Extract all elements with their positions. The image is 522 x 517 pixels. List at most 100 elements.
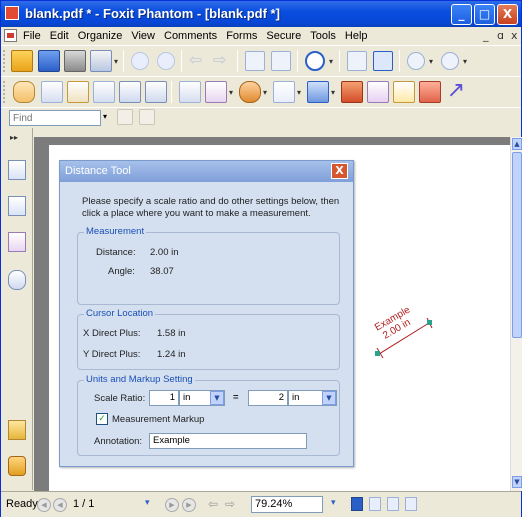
scale-right-unit-dropdown-icon[interactable]: ▼ [322, 391, 336, 405]
security-icon[interactable] [307, 81, 329, 103]
doc-restore-button[interactable]: ɑ [497, 29, 504, 42]
select-annotation-icon[interactable] [67, 81, 89, 103]
minimize-button[interactable]: _ [451, 4, 472, 25]
previous-view-status-icon[interactable]: ⇦ [206, 498, 220, 512]
print-icon[interactable] [64, 50, 86, 72]
menu-tools[interactable]: Tools [310, 30, 336, 42]
zoom-dropdown-status-icon[interactable]: ▾ [331, 497, 336, 508]
layers-panel-icon[interactable] [8, 232, 26, 252]
distance-markup[interactable]: Example 2.00 in [373, 305, 435, 358]
dialog-close-button[interactable]: X [331, 163, 348, 179]
attachments-panel-icon[interactable] [8, 420, 26, 440]
document-menu-icon[interactable] [4, 29, 17, 42]
stamp-dropdown-icon[interactable]: ▾ [297, 88, 301, 97]
next-page-icon[interactable]: ▶ [165, 498, 179, 512]
hand-tool-icon[interactable] [13, 81, 35, 103]
fit-page-icon[interactable] [347, 51, 367, 71]
measurement-group: Measurement Distance: 2.00 in Angle: 38.… [77, 226, 340, 305]
zoom-out-icon[interactable] [407, 52, 425, 70]
edit-document-icon[interactable] [205, 81, 227, 103]
facing-view-icon[interactable] [387, 497, 399, 511]
comments-panel-icon[interactable] [8, 270, 26, 290]
measurement-markup-checkbox[interactable]: ✓ [96, 413, 108, 425]
find-next-icon[interactable] [139, 109, 155, 125]
signature-dropdown-icon[interactable]: ▾ [263, 88, 267, 97]
text-box-icon[interactable] [179, 81, 201, 103]
foxit-app-icon[interactable] [5, 6, 19, 20]
scale-left-unit-dropdown-icon[interactable]: ▼ [210, 391, 224, 405]
clip-panel-icon[interactable] [8, 456, 26, 476]
bookmarks-panel-icon[interactable] [8, 160, 26, 180]
previous-view-icon[interactable]: ⇦ [189, 52, 207, 70]
menu-organize[interactable]: Organize [78, 30, 123, 42]
note-icon[interactable] [419, 81, 441, 103]
single-page-view-icon[interactable] [351, 497, 363, 511]
typewriter-icon[interactable] [119, 81, 141, 103]
image-tool-icon[interactable] [145, 81, 167, 103]
pages-panel-icon[interactable] [8, 196, 26, 216]
menu-comments[interactable]: Comments [164, 30, 217, 42]
expand-panel-icon[interactable]: ▸▸ [10, 133, 18, 142]
continuous-facing-view-icon[interactable] [405, 497, 417, 511]
page-dropdown-icon[interactable]: ▾ [145, 497, 150, 508]
close-button[interactable]: X [497, 4, 518, 25]
insert-page-icon[interactable] [245, 51, 265, 71]
last-page-icon[interactable]: ▶ [182, 498, 196, 512]
scroll-up-icon[interactable]: ▲ [512, 138, 522, 150]
select-text-icon[interactable] [41, 81, 63, 103]
doc-close-button[interactable]: x [511, 29, 518, 42]
zoom-dropdown-icon[interactable]: ▾ [329, 57, 333, 66]
scroll-down-icon[interactable]: ▼ [512, 476, 522, 488]
email-icon[interactable] [90, 50, 112, 72]
window-title: blank.pdf * - Foxit Phantom - [blank.pdf… [25, 6, 280, 21]
menu-forms[interactable]: Forms [226, 30, 257, 42]
open-icon[interactable] [11, 50, 33, 72]
arrow-tool-icon[interactable]: ↗ [445, 80, 467, 103]
doc-minimize-button[interactable]: _ [483, 29, 489, 42]
snapshot-tool-icon[interactable] [93, 81, 115, 103]
scroll-thumb[interactable] [512, 152, 522, 338]
menu-secure[interactable]: Secure [266, 30, 301, 42]
toolbar-grip[interactable] [3, 50, 6, 72]
previous-page-icon[interactable]: ◀ [53, 498, 67, 512]
extract-page-icon[interactable] [271, 51, 291, 71]
stamp-icon[interactable] [273, 81, 295, 103]
scale-left-value-input[interactable]: 1 [149, 390, 179, 406]
page-indicator[interactable]: 1 / 1 [73, 498, 94, 510]
save-icon[interactable] [38, 50, 60, 72]
zoom-in-icon[interactable] [441, 52, 459, 70]
find-previous-icon[interactable] [117, 109, 133, 125]
security-dropdown-icon[interactable]: ▾ [331, 88, 335, 97]
annotation-input[interactable]: Example [149, 433, 307, 449]
find-dropdown-icon[interactable]: ▾ [103, 112, 107, 121]
menu-view[interactable]: View [131, 30, 155, 42]
zoom-out-dropdown-icon[interactable]: ▾ [429, 57, 433, 66]
fit-width-icon[interactable] [373, 51, 393, 71]
user-signature-icon[interactable] [239, 81, 261, 103]
edit-dropdown-icon[interactable]: ▾ [229, 88, 233, 97]
back-icon[interactable] [131, 52, 149, 70]
vertical-scrollbar[interactable]: ▲ ▼ [510, 137, 522, 491]
highlight-icon[interactable] [341, 81, 363, 103]
forward-icon[interactable] [157, 52, 175, 70]
menu-help[interactable]: Help [345, 30, 368, 42]
menu-file[interactable]: File [23, 30, 41, 42]
angle-value: 38.07 [150, 266, 174, 277]
first-page-icon[interactable]: ◀ [37, 498, 51, 512]
pencil-icon[interactable] [367, 81, 389, 103]
attach-file-icon[interactable] [393, 81, 415, 103]
continuous-view-icon[interactable] [369, 497, 381, 511]
zoom-icon[interactable] [305, 51, 325, 71]
next-view-status-icon[interactable]: ⇨ [223, 498, 237, 512]
next-view-icon[interactable]: ⇨ [213, 52, 231, 70]
zoom-level-input[interactable]: 79.24% [251, 496, 323, 513]
zoom-in-dropdown-icon[interactable]: ▾ [463, 57, 467, 66]
toolbar-grip-2[interactable] [3, 81, 6, 103]
dialog-title-bar[interactable]: Distance Tool X [60, 161, 353, 182]
menu-edit[interactable]: Edit [50, 30, 69, 42]
scale-right-unit-text: in [292, 392, 300, 403]
scale-right-value-input[interactable]: 2 [248, 390, 288, 406]
maximize-button[interactable]: □ [474, 4, 495, 25]
find-input[interactable] [9, 110, 101, 126]
email-dropdown-icon[interactable]: ▾ [114, 57, 118, 66]
